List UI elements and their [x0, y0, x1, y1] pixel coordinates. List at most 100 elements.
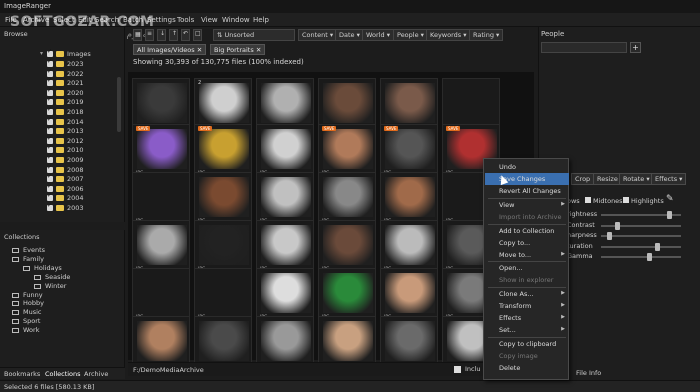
- context-menu-item-delete[interactable]: Delete: [485, 362, 569, 374]
- tab-bookmarks[interactable]: Bookmarks: [4, 370, 40, 378]
- people-input[interactable]: [541, 42, 627, 53]
- context-menu-item-open[interactable]: Open...: [485, 262, 569, 274]
- thumbnail[interactable]: JPG: [256, 268, 314, 323]
- folder-checkbox[interactable]: [47, 125, 53, 135]
- thumbnail[interactable]: JPG: [132, 268, 190, 323]
- thumbnail[interactable]: JPG: [194, 268, 252, 323]
- tree-row-2008[interactable]: 2008: [0, 164, 125, 175]
- folder-checkbox[interactable]: [47, 183, 53, 192]
- grid-icon[interactable]: ▦: [133, 29, 142, 41]
- tree-row-2010[interactable]: 2010: [0, 144, 125, 155]
- filter-world-dropdown[interactable]: World ▾: [362, 29, 394, 41]
- include-checkbox[interactable]: [454, 366, 461, 373]
- crop-button[interactable]: Crop: [571, 173, 595, 185]
- filter-rating-dropdown[interactable]: Rating ▾: [469, 29, 504, 41]
- browse-scrollbar[interactable]: [117, 77, 121, 132]
- folder-checkbox[interactable]: [47, 87, 53, 96]
- folder-checkbox[interactable]: [47, 116, 53, 125]
- slider-track[interactable]: [601, 235, 681, 238]
- sort-dropdown[interactable]: ⇅ Unsorted: [213, 29, 295, 41]
- folder-checkbox[interactable]: [47, 173, 53, 183]
- thumbnail[interactable]: JPG: [194, 172, 252, 227]
- filter-people-dropdown[interactable]: People ▾: [393, 29, 428, 41]
- tree-row-2018[interactable]: 2018: [0, 106, 125, 117]
- context-menu-item-undo[interactable]: Undo: [485, 161, 569, 173]
- close-icon[interactable]: ✕: [254, 46, 261, 54]
- resize-button[interactable]: Resize: [593, 173, 622, 185]
- close-icon[interactable]: ✕: [195, 46, 202, 54]
- folder-checkbox[interactable]: [47, 135, 53, 144]
- tree-row-root[interactable]: ▾ Images: [0, 48, 125, 59]
- add-person-button[interactable]: +: [630, 42, 641, 53]
- slider-knob[interactable]: [647, 253, 652, 262]
- context-menu-item-save-changes[interactable]: Save Changes: [485, 173, 569, 186]
- list-icon[interactable]: ≡: [145, 29, 154, 41]
- slider-knob[interactable]: [655, 242, 660, 251]
- tree-row-2004[interactable]: 2004: [0, 192, 125, 203]
- tree-row-2022[interactable]: 2022: [0, 68, 125, 79]
- thumbnail[interactable]: JPG: [380, 172, 438, 227]
- tree-row-2007[interactable]: 2007: [0, 173, 125, 184]
- thumbnail[interactable]: JPGSAVE: [132, 124, 190, 179]
- tree-row-2019[interactable]: 2019: [0, 96, 125, 107]
- eyedropper-icon[interactable]: ✎: [666, 194, 674, 204]
- tree-row-2003[interactable]: 2003: [0, 202, 125, 213]
- file-info-tab[interactable]: File Info: [576, 369, 601, 377]
- tree-row-2013[interactable]: 2013: [0, 125, 125, 136]
- folder-checkbox[interactable]: [47, 154, 53, 163]
- context-menu-item-set[interactable]: Set... ▶: [485, 324, 569, 336]
- tree-row-2023[interactable]: 2023: [0, 58, 125, 69]
- filter-content-dropdown[interactable]: Content ▾: [298, 29, 338, 41]
- thumbnail[interactable]: JPG: [256, 220, 314, 275]
- midtones-checkbox[interactable]: [585, 197, 591, 203]
- context-menu-item-effects[interactable]: Effects ▶: [485, 312, 569, 324]
- context-menu-item-revert-all-changes[interactable]: Revert All Changes: [485, 185, 569, 197]
- tab-archive[interactable]: Archive: [84, 370, 108, 378]
- thumbnail[interactable]: JPG: [132, 172, 190, 227]
- effects-button[interactable]: Effects ▾: [651, 173, 687, 185]
- menu-item-help[interactable]: Help: [253, 16, 269, 24]
- thumbnail[interactable]: JPG: [318, 220, 376, 275]
- tree-row-2021[interactable]: 2021: [0, 77, 125, 88]
- tree-row-2014[interactable]: 2014: [0, 116, 125, 127]
- tree-row-2012[interactable]: 2012: [0, 135, 125, 146]
- context-menu-item-copy-to-clipboard[interactable]: Copy to clipboard: [485, 338, 569, 350]
- collapse-icon[interactable]: ▾: [40, 50, 43, 57]
- thumbnail[interactable]: JPGSAVE: [194, 124, 252, 179]
- context-menu-item-transform[interactable]: Transform ▶: [485, 300, 569, 312]
- slider-knob[interactable]: [607, 232, 612, 241]
- tree-row-2009[interactable]: 2009: [0, 154, 125, 165]
- filter-keywords-dropdown[interactable]: Keywords ▾: [426, 29, 471, 41]
- folder-checkbox[interactable]: [47, 106, 53, 115]
- folder-checkbox[interactable]: [47, 48, 53, 57]
- folder-checkbox[interactable]: [47, 58, 53, 67]
- filter-date-dropdown[interactable]: Date ▾: [335, 29, 364, 41]
- thumbnail[interactable]: JPG: [380, 268, 438, 323]
- arrow-up-icon[interactable]: ↑: [169, 29, 178, 41]
- thumbnail[interactable]: JPG: [318, 268, 376, 323]
- arrow-down-icon[interactable]: ↓: [157, 29, 166, 41]
- filter-chip[interactable]: Big Portraits ✕: [210, 44, 266, 55]
- menu-item-view[interactable]: View: [201, 16, 218, 24]
- thumbnail[interactable]: JPGSAVE: [318, 124, 376, 179]
- folder-checkbox[interactable]: [47, 77, 53, 87]
- context-menu-item-add-to-collection[interactable]: Add to Collection: [485, 225, 569, 237]
- context-menu-item-move-to[interactable]: Move to... ▶: [485, 249, 569, 261]
- tree-row-2006[interactable]: 2006: [0, 183, 125, 194]
- thumbnail[interactable]: JPG: [132, 220, 190, 275]
- thumbnail[interactable]: JPGSAVE: [380, 124, 438, 179]
- menu-item-tools[interactable]: Tools: [177, 16, 194, 24]
- filter-chip[interactable]: All Images/Videos ✕: [133, 44, 207, 55]
- rotate-button[interactable]: Rotate ▾: [619, 173, 654, 185]
- folder-checkbox[interactable]: [47, 144, 53, 154]
- context-menu-item-view[interactable]: View ▶: [485, 199, 569, 211]
- thumbnail[interactable]: JPG: [256, 172, 314, 227]
- context-menu-item-clone-as[interactable]: Clone As... ▶: [485, 288, 569, 300]
- tree-row-2020[interactable]: 2020: [0, 87, 125, 98]
- slider-track[interactable]: [601, 224, 681, 227]
- tab-collections[interactable]: Collections: [45, 370, 81, 378]
- thumbnail[interactable]: JPG: [318, 172, 376, 227]
- thumbnail[interactable]: JPG: [256, 124, 314, 179]
- back-icon[interactable]: ↶: [181, 29, 190, 41]
- slider-track[interactable]: [601, 256, 681, 259]
